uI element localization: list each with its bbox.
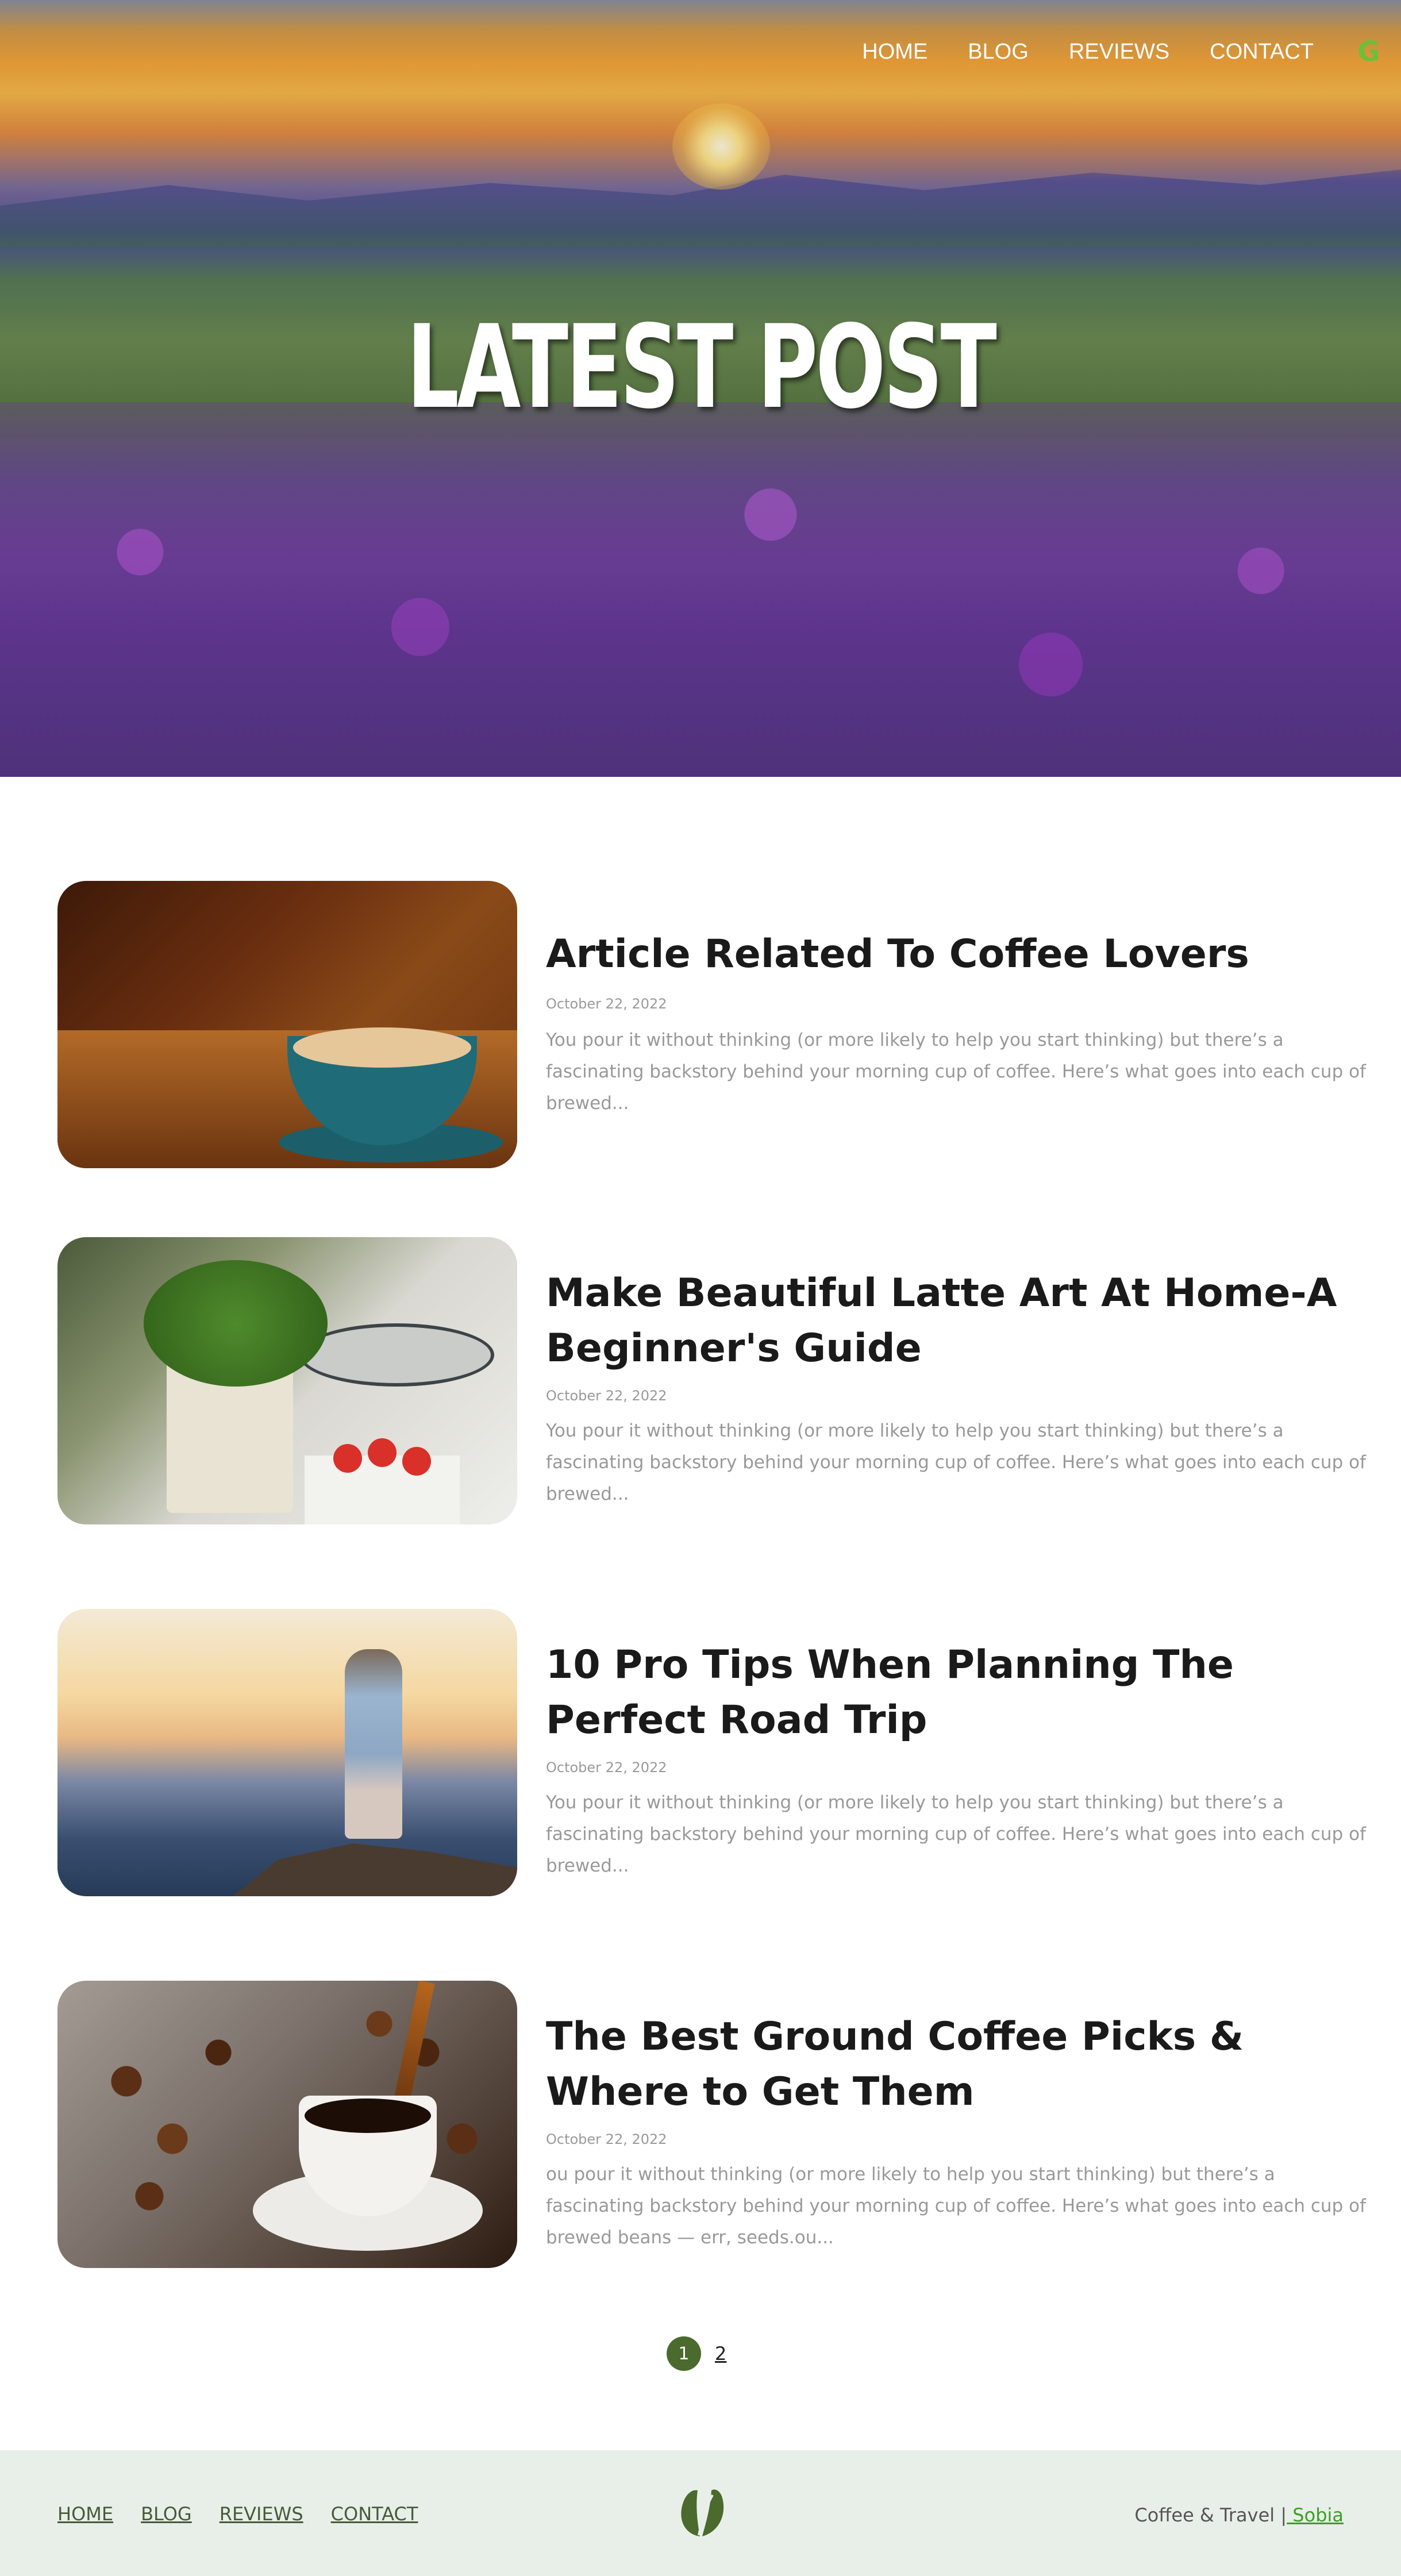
hero-banner: HOME BLOG REVIEWS CONTACT G LATEST POST: [0, 0, 1401, 777]
page-2-link[interactable]: 2: [715, 2343, 726, 2365]
nav-home[interactable]: HOME: [862, 40, 927, 64]
post-thumbnail[interactable]: [57, 1981, 517, 2268]
footer-nav: HOME BLOG REVIEWS CONTACT: [57, 2503, 445, 2525]
post-title[interactable]: The Best Ground Coffee Picks & Where to …: [546, 2009, 1345, 2120]
post-excerpt: You pour it without thinking (or more li…: [546, 1030, 1366, 1114]
post-excerpt: You pour it without thinking (or more li…: [546, 1792, 1366, 1876]
page: HOME BLOG REVIEWS CONTACT G LATEST POST …: [0, 0, 1401, 2576]
nav-reviews[interactable]: REVIEWS: [1069, 40, 1169, 64]
post-date: October 22, 2022: [546, 996, 667, 1012]
thumb-strawberry: [402, 1447, 431, 1476]
post-date: October 22, 2022: [546, 1759, 667, 1776]
thumb-coffee: [305, 2098, 431, 2133]
post-thumbnail[interactable]: [57, 1609, 517, 1896]
post-date: October 22, 2022: [546, 1388, 667, 1404]
page-title: LATEST POST: [406, 301, 996, 434]
nav-contact[interactable]: CONTACT: [1210, 40, 1314, 64]
post-excerpt: ou pour it without thinking (or more lik…: [546, 2164, 1366, 2248]
g-logo-icon[interactable]: G: [1354, 36, 1384, 68]
thumb-hiker: [345, 1649, 402, 1839]
post-thumbnail[interactable]: [57, 881, 517, 1168]
thumb-basil-plant: [144, 1260, 328, 1387]
post-title[interactable]: 10 Pro Tips When Planning The Perfect Ro…: [546, 1638, 1345, 1748]
thumb-latte-foam: [293, 1027, 471, 1068]
thumb-plate: [299, 1323, 494, 1387]
page-1-button[interactable]: 1: [667, 2336, 701, 2371]
post-card: Make Beautiful Latte Art At Home-A Begin…: [57, 1237, 1368, 1524]
footer-credit-link[interactable]: Sobia: [1287, 2504, 1344, 2526]
post-card: 10 Pro Tips When Planning The Perfect Ro…: [57, 1609, 1368, 1896]
pagination: 1 2: [667, 2335, 726, 2372]
main-nav: HOME BLOG REVIEWS CONTACT G: [862, 34, 1401, 69]
post-title[interactable]: Make Beautiful Latte Art At Home-A Begin…: [546, 1266, 1345, 1376]
footer-credit-text: Coffee & Travel |: [1134, 2504, 1287, 2526]
post-title[interactable]: Article Related To Coffee Lovers: [546, 927, 1345, 982]
footer-nav-contact[interactable]: CONTACT: [331, 2503, 418, 2525]
post-card: The Best Ground Coffee Picks & Where to …: [57, 1981, 1368, 2268]
post-thumbnail[interactable]: [57, 1237, 517, 1524]
post-date: October 22, 2022: [546, 2131, 667, 2147]
footer-nav-blog[interactable]: BLOG: [141, 2503, 192, 2525]
thumb-strawberry: [333, 1444, 362, 1473]
footer-nav-home[interactable]: HOME: [57, 2503, 113, 2525]
post-card: Article Related To Coffee Lovers October…: [57, 881, 1368, 1168]
footer: HOME BLOG REVIEWS CONTACT Coffee & Trave…: [0, 2450, 1401, 2576]
nav-blog[interactable]: BLOG: [968, 40, 1029, 64]
footer-nav-reviews[interactable]: REVIEWS: [220, 2503, 303, 2525]
footer-credit: Coffee & Travel | Sobia: [1134, 2504, 1344, 2526]
leaf-logo-icon[interactable]: [672, 2483, 730, 2541]
thumb-strawberry: [368, 1438, 397, 1467]
post-excerpt: You pour it without thinking (or more li…: [546, 1420, 1366, 1504]
